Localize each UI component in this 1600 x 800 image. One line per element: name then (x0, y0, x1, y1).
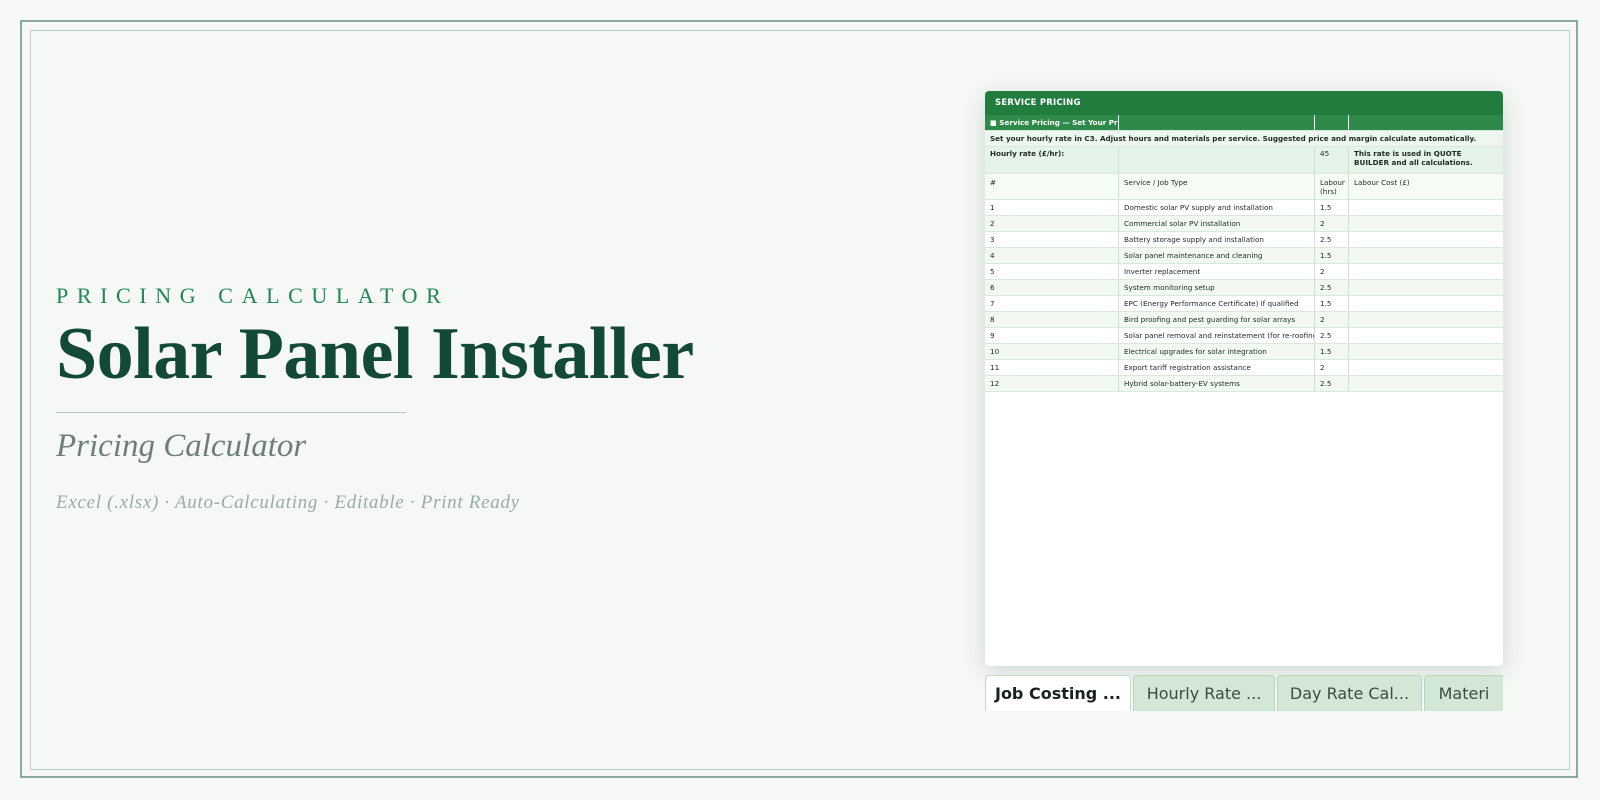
section-header-row: ■ Service Pricing — Set Your Prices (985, 115, 1503, 131)
service-name[interactable]: Inverter replacement (1119, 264, 1315, 279)
sheet-tab[interactable]: Job Costing ... (985, 675, 1131, 711)
row-num[interactable]: 9 (985, 328, 1119, 343)
service-name[interactable]: Solar panel removal and reinstatement (f… (1119, 328, 1315, 343)
table-row: 9 Solar panel removal and reinstatement (… (985, 328, 1503, 344)
col-header-cost[interactable]: Labour Cost (£) (1349, 174, 1503, 199)
service-name[interactable]: Hybrid solar-battery-EV systems (1119, 376, 1315, 391)
hourly-rate-label[interactable]: Hourly rate (£/hr): (985, 147, 1119, 173)
row-num[interactable]: 1 (985, 200, 1119, 215)
page-title: Solar Panel Installer (56, 313, 694, 395)
labour-cost[interactable] (1349, 312, 1503, 327)
subtitle: Pricing Calculator (56, 428, 307, 464)
labour-cost[interactable] (1349, 216, 1503, 231)
col-header-service[interactable]: Service / Job Type (1119, 174, 1315, 199)
section-title[interactable]: ■ Service Pricing — Set Your Prices (985, 115, 1119, 130)
table-row: 8 Bird proofing and pest guarding for sol… (985, 312, 1503, 328)
cell[interactable] (1315, 115, 1349, 130)
divider (56, 412, 406, 413)
service-name[interactable]: Solar panel maintenance and cleaning (1119, 248, 1315, 263)
table-row: 3 Battery storage supply and installation… (985, 232, 1503, 248)
labour-hours[interactable]: 2 (1315, 312, 1349, 327)
hourly-rate-row: Hourly rate (£/hr): 45 This rate is used… (985, 147, 1503, 174)
table-row: 11 Export tariff registration assistance 2 (985, 360, 1503, 376)
row-num[interactable]: 8 (985, 312, 1119, 327)
row-num[interactable]: 5 (985, 264, 1119, 279)
hourly-rate-note[interactable]: This rate is used in QUOTE BUILDER and a… (1349, 147, 1503, 173)
service-name[interactable]: Export tariff registration assistance (1119, 360, 1315, 375)
spreadsheet-preview: SERVICE PRICING ■ Service Pricing — Set … (985, 91, 1503, 666)
labour-hours[interactable]: 2.5 (1315, 376, 1349, 391)
instructions-row: Set your hourly rate in C3. Adjust hours… (985, 131, 1503, 147)
labour-hours[interactable]: 2.5 (1315, 232, 1349, 247)
row-num[interactable]: 11 (985, 360, 1119, 375)
table-row: 7 EPC (Energy Performance Certificate) if… (985, 296, 1503, 312)
service-name[interactable]: EPC (Energy Performance Certificate) if … (1119, 296, 1315, 311)
sheet-tab[interactable]: Day Rate Cal... (1277, 675, 1422, 711)
labour-cost[interactable] (1349, 328, 1503, 343)
sheet-tab[interactable]: Materi (1424, 675, 1503, 711)
table-row: 5 Inverter replacement 2 (985, 264, 1503, 280)
row-num[interactable]: 12 (985, 376, 1119, 391)
row-num[interactable]: 2 (985, 216, 1119, 231)
labour-cost[interactable] (1349, 248, 1503, 263)
service-rows: 1 Domestic solar PV supply and installati… (985, 200, 1503, 392)
table-row: 6 System monitoring setup 2.5 (985, 280, 1503, 296)
col-header-num[interactable]: # (985, 174, 1119, 199)
labour-cost[interactable] (1349, 280, 1503, 295)
sheet-tabs: Job Costing ... Hourly Rate ... Day Rate C… (985, 675, 1503, 711)
service-name[interactable]: Domestic solar PV supply and installatio… (1119, 200, 1315, 215)
service-name[interactable]: Bird proofing and pest guarding for sola… (1119, 312, 1315, 327)
labour-cost[interactable] (1349, 232, 1503, 247)
labour-hours[interactable]: 1.5 (1315, 200, 1349, 215)
labour-hours[interactable]: 1.5 (1315, 296, 1349, 311)
labour-cost[interactable] (1349, 200, 1503, 215)
table-row: 4 Solar panel maintenance and cleaning 1.5 (985, 248, 1503, 264)
row-num[interactable]: 6 (985, 280, 1119, 295)
service-name[interactable]: Commercial solar PV installation (1119, 216, 1315, 231)
cell[interactable] (1119, 115, 1315, 130)
labour-hours[interactable]: 2 (1315, 360, 1349, 375)
table-row: 12 Hybrid solar-battery-EV systems 2.5 (985, 376, 1503, 392)
sheet-tab[interactable]: Hourly Rate ... (1133, 675, 1275, 711)
labour-cost[interactable] (1349, 376, 1503, 391)
labour-hours[interactable]: 2 (1315, 264, 1349, 279)
column-header-row: # Service / Job Type Labour (hrs) Labour… (985, 174, 1503, 200)
cell[interactable] (1349, 115, 1503, 130)
feature-list: Excel (.xlsx) · Auto-Calculating · Edita… (56, 492, 520, 513)
service-name[interactable]: Battery storage supply and installation (1119, 232, 1315, 247)
labour-cost[interactable] (1349, 296, 1503, 311)
labour-cost[interactable] (1349, 360, 1503, 375)
labour-hours[interactable]: 1.5 (1315, 344, 1349, 359)
row-num[interactable]: 7 (985, 296, 1119, 311)
col-header-hours[interactable]: Labour (hrs) (1315, 174, 1349, 199)
service-name[interactable]: Electrical upgrades for solar integratio… (1119, 344, 1315, 359)
table-row: 10 Electrical upgrades for solar integrat… (985, 344, 1503, 360)
service-name[interactable]: System monitoring setup (1119, 280, 1315, 295)
table-row: 1 Domestic solar PV supply and installati… (985, 200, 1503, 216)
cell[interactable] (1119, 147, 1315, 173)
row-num[interactable]: 4 (985, 248, 1119, 263)
row-num[interactable]: 3 (985, 232, 1119, 247)
labour-hours[interactable]: 2 (1315, 216, 1349, 231)
labour-hours[interactable]: 2.5 (1315, 328, 1349, 343)
row-num[interactable]: 10 (985, 344, 1119, 359)
labour-cost[interactable] (1349, 344, 1503, 359)
labour-cost[interactable] (1349, 264, 1503, 279)
instructions-text[interactable]: Set your hourly rate in C3. Adjust hours… (985, 131, 1503, 146)
table-row: 2 Commercial solar PV installation 2 (985, 216, 1503, 232)
sheet-header: SERVICE PRICING (985, 91, 1503, 115)
labour-hours[interactable]: 1.5 (1315, 248, 1349, 263)
eyebrow-label: PRICING CALCULATOR (56, 283, 450, 308)
labour-hours[interactable]: 2.5 (1315, 280, 1349, 295)
hourly-rate-input[interactable]: 45 (1315, 147, 1349, 173)
